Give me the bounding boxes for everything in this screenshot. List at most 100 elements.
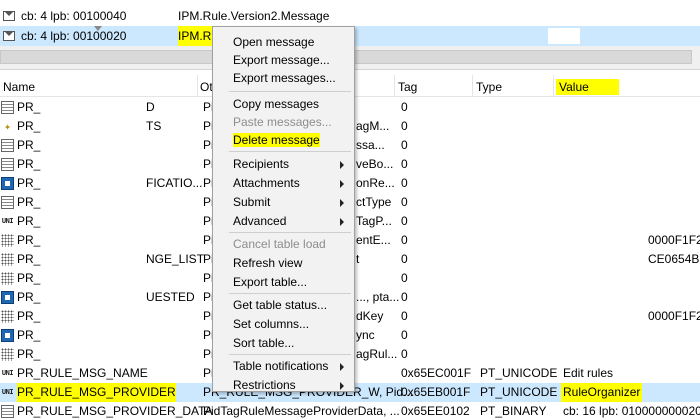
cell-other-suffix: veBo... [356,157,394,171]
cell-tag: 0 [401,214,408,228]
cell-tag: 0x65EC001F [401,366,472,380]
cell-tag: 0 [401,271,408,285]
menu-item-get-table-status[interactable]: Get table status... [233,296,327,315]
menu-item-label: Submit [233,195,271,209]
cell-tag: 0 [401,100,408,114]
menu-item-paste-messages: Paste messages... [233,113,332,132]
number-icon [1,291,14,304]
cell-value: RuleOrganizer [561,383,643,402]
cell-name: PR_ [17,309,41,323]
menu-item-refresh-view[interactable]: Refresh view [233,254,302,273]
message-cb: cb: 4 lpb: 00100020 [21,29,127,43]
menu-item-restrictions[interactable]: Restrictions [233,376,296,395]
grid-icon [1,253,14,266]
cell-tag: 0 [401,176,408,190]
menu-item-label: Table notifications [233,359,329,373]
column-header-other[interactable]: Ot [197,79,213,95]
cell-tag: 0 [401,290,408,304]
cell-tag: 0 [401,252,408,266]
menu-item-label: Restrictions [233,378,296,392]
cell-name-suffix: NGE_LIST [146,252,205,266]
binary-icon [1,196,14,209]
cell-type: PT_UNICODE [480,366,558,380]
menu-item-export-messages[interactable]: Export messages... [233,69,336,88]
column-header-name[interactable]: Name [0,79,35,95]
tag-icon: ✦ [4,120,11,133]
menu-item-advanced[interactable]: Advanced [233,212,286,231]
menu-item-label: Attachments [233,176,300,190]
message-cb: cb: 4 lpb: 00100040 [21,9,127,23]
menu-separator [229,354,351,355]
cell-tag: 0 [401,157,408,171]
cell-name-suffix: D [146,100,155,114]
menu-item-delete-message[interactable]: Delete message [233,131,320,150]
cell-name: PR_RULE_MSG_PROVIDER [17,383,176,402]
cell-tag: 0 [401,233,408,247]
submenu-arrow-icon [340,161,344,169]
menu-item-table-notifications[interactable]: Table notifications [233,357,328,376]
menu-separator [229,232,351,233]
column-divider[interactable] [553,75,554,97]
menu-item-label: Sort table... [233,336,295,350]
cell-other-suffix: ssa... [356,138,385,152]
cell-other-suffix: ync [356,328,375,342]
cell-tag: 0 [401,138,408,152]
menu-item-attachments[interactable]: Attachments [233,174,300,193]
redaction-box [548,28,580,44]
unicode-icon: UNI [1,217,14,225]
menu-gutter [213,27,227,391]
cell-tag: 0 [401,309,408,323]
binary-icon [1,158,14,171]
cell-value: Edit rules [563,366,614,380]
column-header-value[interactable]: Value [556,79,619,95]
menu-item-sort-table[interactable]: Sort table... [233,334,294,353]
menu-item-label: Refresh view [233,256,303,270]
menu-item-copy-messages[interactable]: Copy messages [233,95,319,114]
binary-icon [1,405,14,418]
cell-other-suffix: entE... [356,233,391,247]
menu-item-label: Cancel table load [233,237,326,251]
cell-other-suffix: t [356,252,360,266]
submenu-arrow-icon [340,180,344,188]
submenu-arrow-icon [340,199,344,207]
menu-item-label: Copy messages [233,97,320,111]
menu-item-export-table[interactable]: Export table... [233,273,307,292]
cell-other: PidTagRuleMessageProviderData, ... [203,404,400,418]
menu-item-set-columns[interactable]: Set columns... [233,315,309,334]
menu-item-label: Set columns... [233,317,310,331]
cell-other-suffix: agRul... [356,347,398,361]
menu-item-label: Export messages... [233,71,336,85]
menu-item-export-message[interactable]: Export message... [233,51,330,70]
cell-tag: 0 [401,347,408,361]
menu-item-open-message[interactable]: Open message [233,33,314,52]
menu-item-label: Recipients [233,157,290,171]
envelope-icon [3,11,15,21]
menu-item-cancel-table-load: Cancel table load [233,235,326,254]
menu-separator [229,151,351,152]
cell-other-suffix: ..., pta... [356,290,400,304]
submenu-arrow-icon [340,363,344,371]
cell-tag: 0x65EB001F [401,385,471,399]
cell-name: PR_ [17,271,41,285]
cell-other-suffix: dKey [356,309,384,323]
cell-name: PR_ [17,290,41,304]
cell-name: PR_ [17,233,41,247]
binary-icon [1,139,14,152]
cell-name: PR_ [17,195,41,209]
message-class: IPM.Rule.Version2.Message [178,9,330,23]
cell-name: PR_ [17,328,41,342]
table-row[interactable]: PR_RULE_MSG_PROVIDER_DATA PidTagRuleMessa… [0,402,700,420]
cell-name: PR_ [17,252,41,266]
cell-name: PR_ [17,214,41,228]
message-row[interactable]: cb: 4 lpb: 00100040 IPM.Rule.Version2.Me… [0,6,700,26]
cell-other-suffix: onRe... [356,176,395,190]
grid-icon [1,272,14,285]
menu-item-recipients[interactable]: Recipients [233,155,289,174]
cell-type: PT_BINARY [480,404,547,418]
column-header-tag[interactable]: Tag [395,79,417,95]
column-header-type[interactable]: Type [473,79,502,95]
cell-name: PR_ [17,176,41,190]
menu-item-submit[interactable]: Submit [233,193,270,212]
cell-tag: 0x65EE0102 [401,404,470,418]
cell-tag: 0 [401,195,408,209]
